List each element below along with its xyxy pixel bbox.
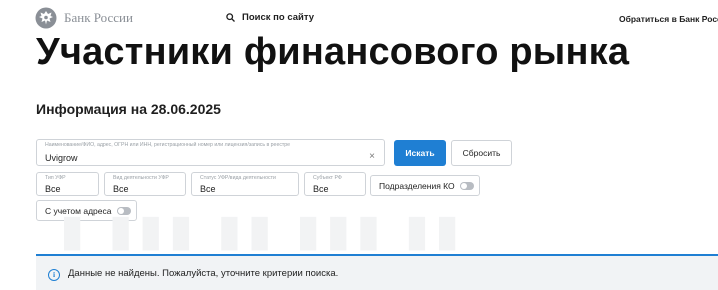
ko-divisions-toggle-field[interactable]: Подразделения КО — [370, 175, 480, 196]
search-link-label: Поиск по сайту — [242, 12, 315, 23]
search-input-value: Uvigrow — [45, 153, 78, 163]
type-select[interactable]: Тип УФР Все — [36, 172, 99, 196]
search-button[interactable]: Искать — [394, 140, 446, 166]
reset-button[interactable]: Сбросить — [451, 140, 512, 166]
status-select-value: Все — [200, 184, 216, 194]
ko-divisions-toggle[interactable] — [460, 182, 474, 190]
activity-select-value: Все — [113, 184, 129, 194]
search-input-label: Наименование/ФИО, адрес, ОГРН или ИНН, р… — [45, 142, 291, 148]
faded-background-text: ▮ ▮▮▮ ▮▮ ▮▮▮ ▮▮ — [60, 206, 466, 255]
info-date-heading: Информация на 28.06.2025 — [36, 101, 221, 117]
notice-text: Данные не найдены. Пожалуйста, уточните … — [68, 268, 339, 279]
logo-text: Банк России — [64, 10, 133, 25]
page-title: Участники финансового рынка — [36, 31, 630, 73]
close-icon[interactable]: × — [369, 151, 375, 162]
region-select[interactable]: Субъект РФ Все — [304, 172, 366, 196]
ko-divisions-label: Подразделения КО — [379, 180, 455, 191]
info-icon: i — [48, 269, 60, 281]
status-select[interactable]: Статус УФР/вида деятельности Все — [191, 172, 299, 196]
region-select-value: Все — [313, 184, 329, 194]
activity-select-label: Вид деятельности УФР — [113, 175, 169, 181]
contact-bank-link[interactable]: Обратиться в Банк России — [619, 14, 718, 24]
region-select-label: Субъект РФ — [313, 175, 342, 181]
eagle-emblem-icon — [35, 7, 57, 29]
search-input[interactable]: Наименование/ФИО, адрес, ОГРН или ИНН, р… — [36, 139, 385, 166]
type-select-label: Тип УФР — [45, 175, 66, 181]
status-select-label: Статус УФР/вида деятельности — [200, 175, 276, 181]
type-select-value: Все — [45, 184, 61, 194]
search-icon — [226, 13, 235, 22]
activity-select[interactable]: Вид деятельности УФР Все — [104, 172, 186, 196]
bank-logo[interactable]: Банк России — [35, 7, 133, 29]
site-search-link[interactable]: Поиск по сайту — [226, 12, 314, 23]
no-results-notice: i Данные не найдены. Пожалуйста, уточнит… — [36, 254, 718, 290]
